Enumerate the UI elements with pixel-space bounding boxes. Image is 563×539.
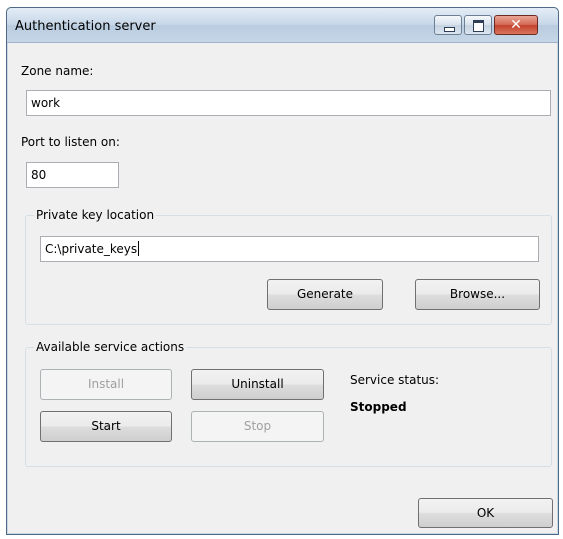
service-actions-group-label: Available service actions	[34, 339, 187, 355]
start-button[interactable]: Start	[40, 411, 172, 442]
minimize-icon	[444, 27, 455, 32]
close-icon: ✕	[510, 17, 522, 33]
close-button[interactable]: ✕	[494, 15, 538, 35]
port-input[interactable]: 80	[26, 162, 119, 188]
zone-name-input[interactable]: work	[26, 90, 551, 116]
private-key-group: Private key location C:\private_keys Gen…	[25, 207, 552, 325]
window-title: Authentication server	[15, 19, 156, 34]
service-actions-group: Available service actions Install Uninst…	[25, 339, 552, 467]
service-status-label: Service status:	[350, 373, 440, 387]
private-key-value: C:\private_keys	[45, 242, 138, 256]
zone-name-label: Zone name:	[21, 64, 94, 78]
browse-button[interactable]: Browse...	[415, 279, 540, 310]
maximize-button[interactable]	[464, 15, 492, 35]
service-status-value: Stopped	[350, 400, 407, 414]
stop-button[interactable]: Stop	[191, 411, 324, 442]
uninstall-button[interactable]: Uninstall	[191, 369, 324, 400]
install-button[interactable]: Install	[40, 369, 172, 400]
private-key-input[interactable]: C:\private_keys	[40, 236, 539, 262]
private-key-group-label: Private key location	[34, 207, 157, 223]
port-label: Port to listen on:	[21, 135, 120, 149]
ok-button[interactable]: OK	[418, 498, 553, 528]
generate-button[interactable]: Generate	[267, 279, 383, 310]
dialog-window: Authentication server ✕ Zone name: work …	[6, 7, 559, 535]
maximize-icon	[473, 20, 484, 32]
minimize-button[interactable]	[434, 15, 462, 35]
text-cursor	[138, 241, 140, 256]
title-bar[interactable]: Authentication server ✕	[7, 8, 558, 43]
